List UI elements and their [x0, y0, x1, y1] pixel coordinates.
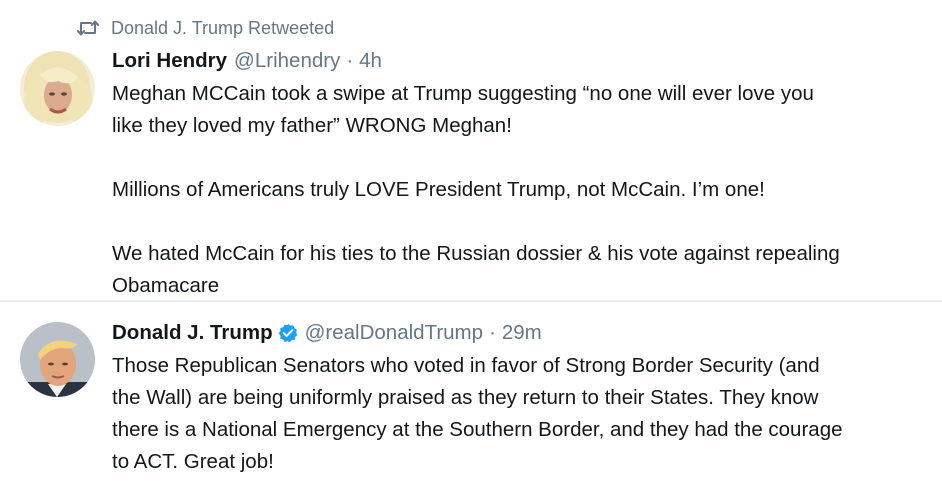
- retweet-icon: [77, 19, 99, 37]
- tweet-content: Lori Hendry @Lrihendry · 4h Meghan MCCai…: [112, 48, 930, 302]
- avatar[interactable]: [20, 322, 95, 397]
- author-username[interactable]: @Lrihendry: [234, 49, 340, 73]
- tweet-text-line: We hated McCain for his ties to the Russ…: [112, 242, 840, 265]
- tweet-text-line: Meghan MCCain took a swipe at Trump sugg…: [112, 82, 814, 105]
- retweet-context[interactable]: Donald J. Trump Retweeted: [77, 16, 334, 40]
- author-name[interactable]: Donald J. Trump: [112, 321, 273, 345]
- author-name[interactable]: Lori Hendry: [112, 49, 227, 73]
- tweet-paragraph: We hated McCain for his ties to the Russ…: [112, 238, 930, 302]
- tweet-text-line: like they loved my father” WRONG Meghan!: [112, 114, 512, 137]
- author-username[interactable]: @realDonaldTrump: [305, 321, 483, 345]
- avatar-image: [20, 322, 95, 397]
- tweet-header: Donald J. Trump @realDonaldTrump · 29m: [112, 320, 930, 346]
- verified-badge-icon: [278, 323, 298, 343]
- separator-dot: ·: [489, 321, 496, 344]
- tweet-paragraph: Millions of Americans truly LOVE Preside…: [112, 174, 930, 206]
- tweet-text-line: there is a National Emergency at the Sou…: [112, 418, 843, 441]
- timeline: Donald J. Trump Retweeted Lori Hendry @L…: [0, 0, 942, 500]
- tweet[interactable]: Donald J. Trump @realDonaldTrump · 29m T…: [0, 302, 942, 500]
- tweet-text: Meghan MCCain took a swipe at Trump sugg…: [112, 78, 930, 302]
- avatar-image: [20, 51, 95, 126]
- tweet-text-line: Those Republican Senators who voted in f…: [112, 354, 820, 377]
- tweet-content: Donald J. Trump @realDonaldTrump · 29m T…: [112, 320, 930, 478]
- tweet-text-line: to ACT. Great job!: [112, 450, 274, 473]
- tweet-text-line: Obamacare: [112, 274, 220, 297]
- separator-dot: ·: [346, 49, 354, 72]
- tweet-timestamp[interactable]: 29m: [502, 321, 542, 345]
- tweet-text-line: Millions of Americans truly LOVE Preside…: [112, 178, 765, 201]
- tweet-timestamp[interactable]: 4h: [359, 49, 382, 73]
- retweet-context-text: Donald J. Trump Retweeted: [111, 17, 335, 38]
- tweet-text: Those Republican Senators who voted in f…: [112, 350, 930, 478]
- avatar[interactable]: [20, 51, 95, 126]
- tweet-header: Lori Hendry @Lrihendry · 4h: [112, 48, 930, 74]
- tweet-paragraph: Meghan MCCain took a swipe at Trump sugg…: [112, 78, 930, 142]
- tweet[interactable]: Donald J. Trump Retweeted Lori Hendry @L…: [0, 0, 942, 302]
- tweet-text-line: the Wall) are being uniformly praised as…: [112, 386, 819, 409]
- tweet-paragraph: Those Republican Senators who voted in f…: [112, 350, 930, 478]
